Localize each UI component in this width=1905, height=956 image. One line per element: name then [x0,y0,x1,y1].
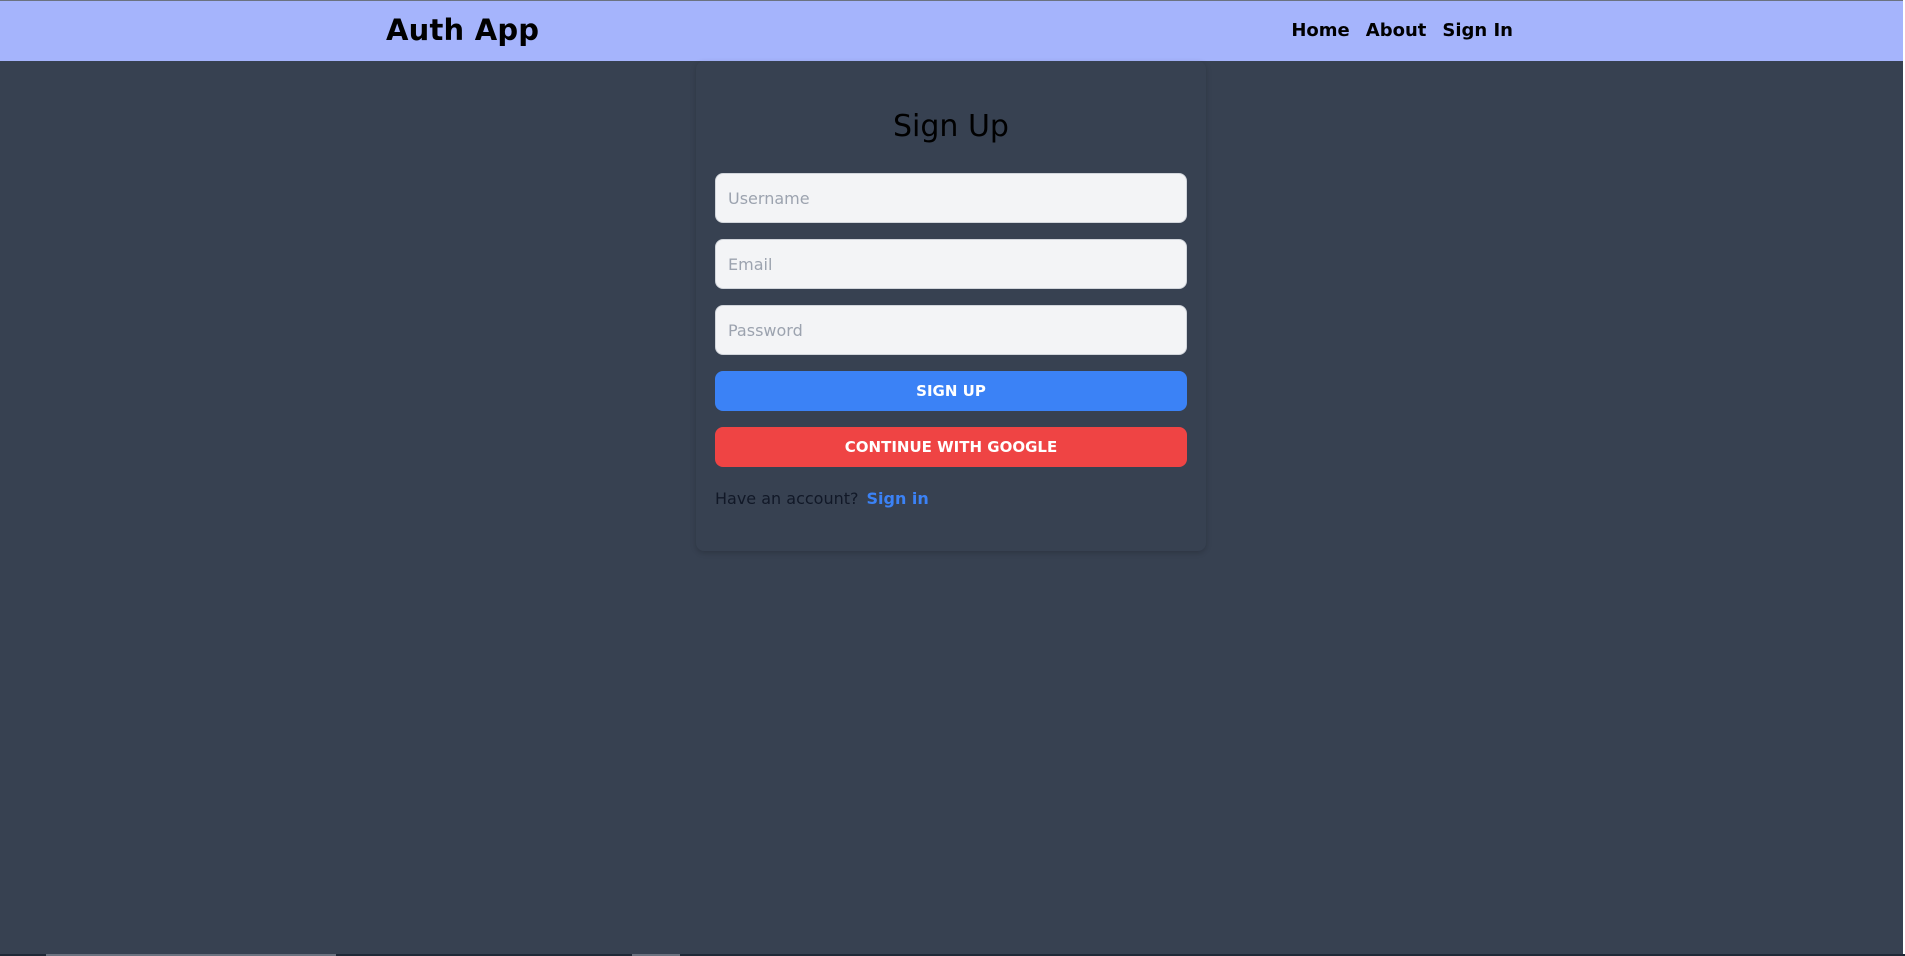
password-input[interactable] [715,305,1187,355]
signup-button[interactable]: SIGN UP [715,371,1187,411]
top-navbar: Auth App Home About Sign In [0,0,1903,61]
signin-link[interactable]: Sign in [867,489,929,508]
continue-with-google-button[interactable]: CONTINUE WITH GOOGLE [715,427,1187,467]
nav-signin-link[interactable]: Sign In [1442,20,1513,41]
username-input[interactable] [715,173,1187,223]
have-account-text: Have an account? [715,489,859,508]
app-brand[interactable]: Auth App [386,13,539,47]
email-input[interactable] [715,239,1187,289]
page-title: Sign Up [893,109,1009,144]
main-nav: Home About Sign In [1291,20,1513,41]
nav-home-link[interactable]: Home [1291,20,1349,41]
signin-prompt: Have an account? Sign in [715,489,929,508]
page: Auth App Home About Sign In Sign Up SIGN… [0,0,1905,956]
signup-card: Sign Up SIGN UP CONTINUE WITH GOOGLE Hav… [696,61,1206,551]
nav-about-link[interactable]: About [1366,20,1427,41]
